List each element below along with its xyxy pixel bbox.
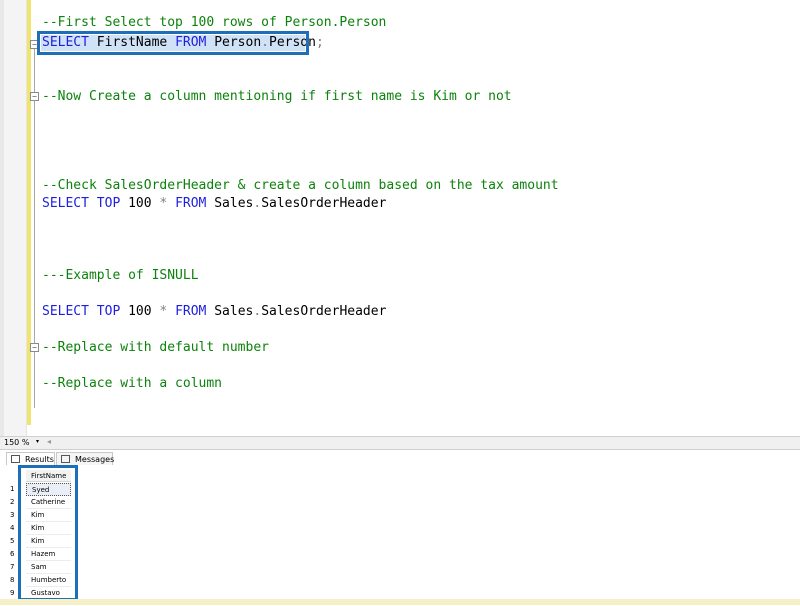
code-token: 100 <box>120 196 160 211</box>
results-pane: Results Messages FirstName 1 Syed 2 Cath… <box>0 449 800 606</box>
code-line[interactable]: --Replace with a column <box>42 376 222 392</box>
code-token: --Replace with default number <box>42 340 269 355</box>
code-line[interactable]: --Now Create a column mentioning if firs… <box>42 89 512 105</box>
code-token: Sales <box>206 196 254 211</box>
code-line[interactable]: SELECT TOP 100 * FROM Sales.SalesOrderHe… <box>42 304 386 320</box>
editor-status-bar: 150 % ▾ ◂ <box>0 436 800 449</box>
chevron-down-icon[interactable]: ▾ <box>36 438 39 445</box>
indicator-margin <box>4 0 27 436</box>
code-token: TOP <box>96 196 121 211</box>
zoom-value: 150 % <box>4 438 30 447</box>
code-token: SELECT <box>42 304 89 319</box>
code-token: ---Example of ISNULL <box>42 268 199 283</box>
change-tracking-bar <box>27 0 31 425</box>
code-line[interactable]: ---Example of ISNULL <box>42 268 199 284</box>
collapse-toggle-icon[interactable]: − <box>30 343 39 352</box>
code-line[interactable]: --Check SalesOrderHeader & create a colu… <box>42 178 559 194</box>
code-token: ; <box>315 35 324 50</box>
code-token: FROM <box>175 196 207 211</box>
code-token: 100 <box>120 304 160 319</box>
code-line[interactable]: --Replace with default number <box>42 340 269 356</box>
collapse-toggle-icon[interactable]: − <box>30 92 39 101</box>
results-highlight-box <box>18 465 78 601</box>
code-token: --First Select top 100 rows of Person.Pe… <box>42 15 387 30</box>
tab-label: Results <box>25 455 54 464</box>
tab-results[interactable]: Results <box>6 452 55 465</box>
tab-messages[interactable]: Messages <box>56 452 115 465</box>
code-token: SalesOrderHeader <box>261 196 387 211</box>
code-line[interactable]: SELECT TOP 100 * FROM Sales.SalesOrderHe… <box>42 196 386 212</box>
outline-guide <box>34 48 35 408</box>
messages-icon <box>61 455 70 463</box>
code-token: Sales <box>206 304 254 319</box>
code-token: SELECT <box>42 196 89 211</box>
query-editor[interactable]: − − − --First Select top 100 rows of Per… <box>0 0 800 436</box>
code-token: --Replace with a column <box>42 376 223 391</box>
selection-highlight-box <box>37 31 309 55</box>
code-token: . <box>253 196 262 211</box>
code-token: FROM <box>175 304 207 319</box>
code-token: TOP <box>96 304 121 319</box>
code-token: SalesOrderHeader <box>261 304 387 319</box>
code-line[interactable]: --First Select top 100 rows of Person.Pe… <box>42 15 386 31</box>
grid-icon <box>11 455 20 463</box>
code-token: . <box>253 304 262 319</box>
tab-label: Messages <box>75 455 115 464</box>
code-token: --Now Create a column mentioning if firs… <box>42 89 512 104</box>
code-token: --Check SalesOrderHeader & create a colu… <box>42 178 559 193</box>
zoom-dropdown[interactable]: 150 % ▾ <box>4 438 42 447</box>
scroll-left-icon[interactable]: ◂ <box>47 437 51 446</box>
status-strip <box>0 599 800 605</box>
